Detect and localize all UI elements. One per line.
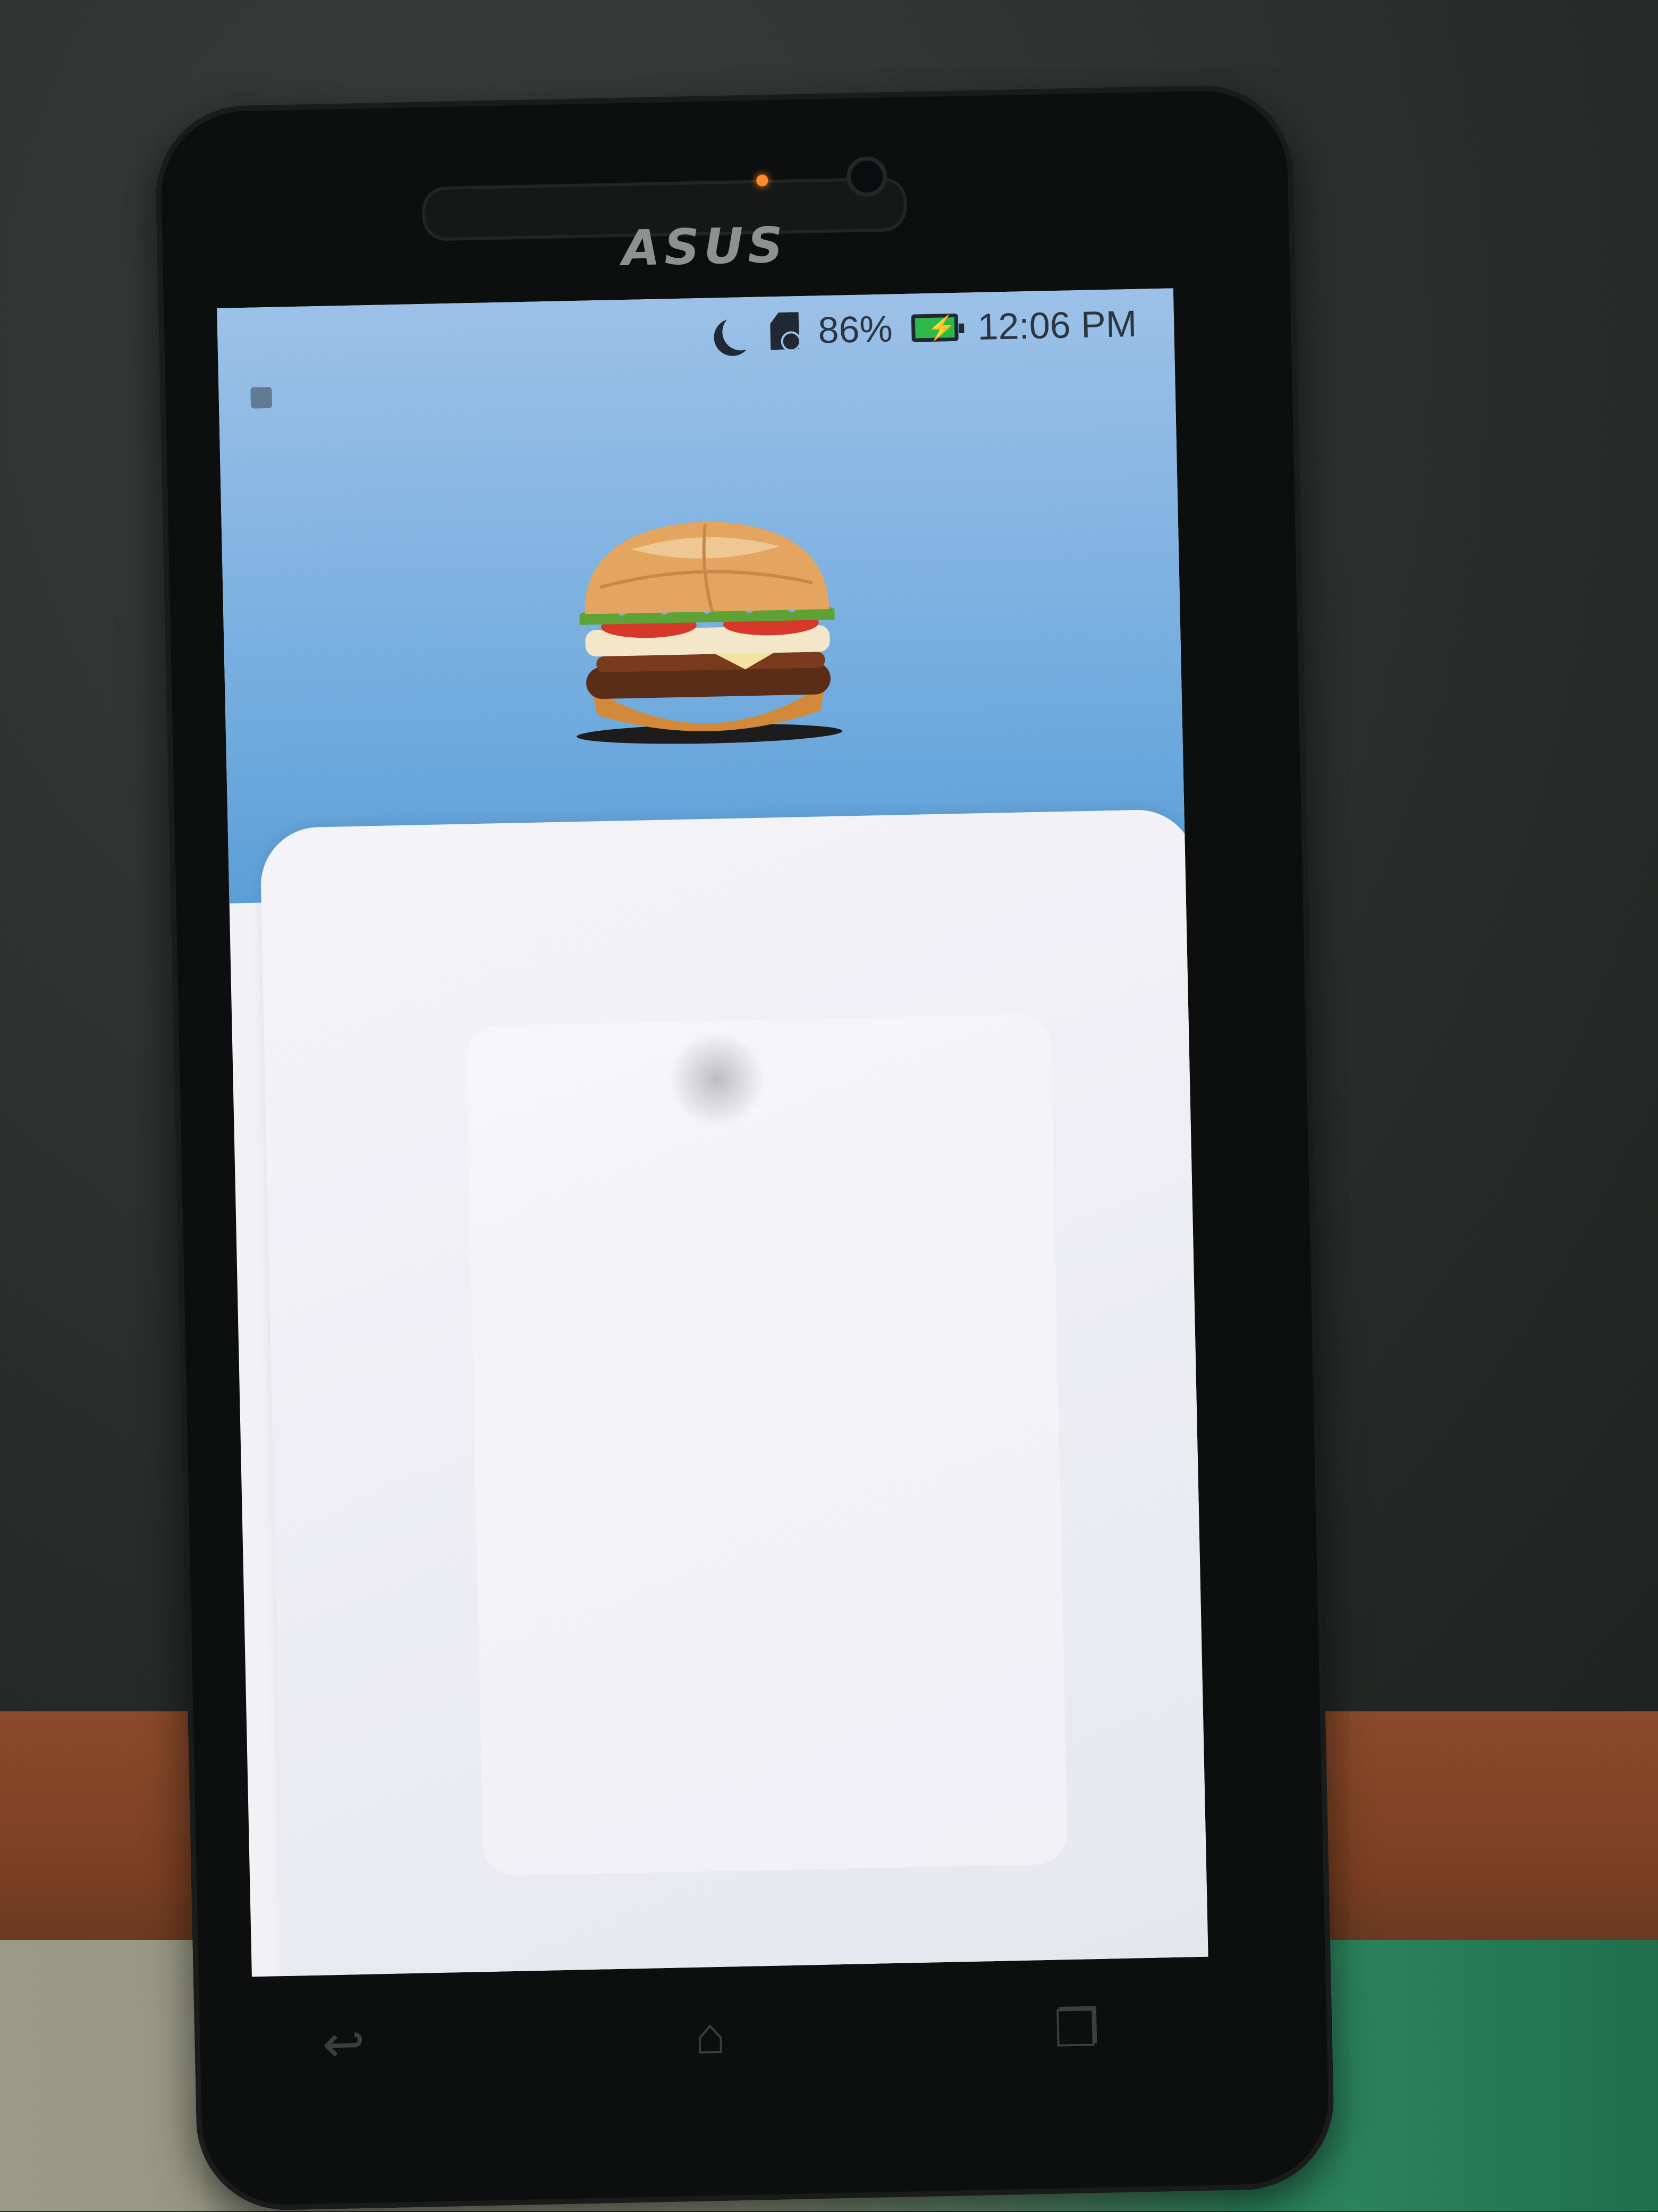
phone-screen: 86% ⚡ 12:06 PM xyxy=(217,288,1208,1977)
phone-body: ASUS 86% ⚡ 12:06 PM ↩ ⌂ ❐ xyxy=(154,83,1335,2212)
status-bar: 86% ⚡ 12:06 PM xyxy=(217,288,1174,377)
recents-button[interactable]: ❐ xyxy=(1023,1998,1130,2059)
moon-icon xyxy=(722,313,760,351)
clock: 12:06 PM xyxy=(977,302,1137,348)
navigation-bar: ↩ ⌂ ❐ xyxy=(290,1980,1131,2093)
notification-icons xyxy=(250,386,273,409)
back-button[interactable]: ↩ xyxy=(290,2013,397,2075)
sd-card-icon xyxy=(770,312,799,350)
notification-icon xyxy=(250,386,273,409)
battery-charging-icon: ⚡ xyxy=(911,313,959,342)
back-icon: ↩ xyxy=(322,2015,366,2073)
screen-glare xyxy=(466,1014,1068,1877)
battery-percent: 86% xyxy=(817,308,893,351)
recents-icon: ❐ xyxy=(1053,1999,1101,2058)
home-icon: ⌂ xyxy=(694,2007,726,2065)
content-card xyxy=(259,808,1208,1977)
home-button[interactable]: ⌂ xyxy=(656,2006,764,2066)
hero-banner: 86% ⚡ 12:06 PM xyxy=(217,288,1186,904)
burger-image xyxy=(577,521,843,744)
brand-logo: ASUS xyxy=(621,216,788,277)
